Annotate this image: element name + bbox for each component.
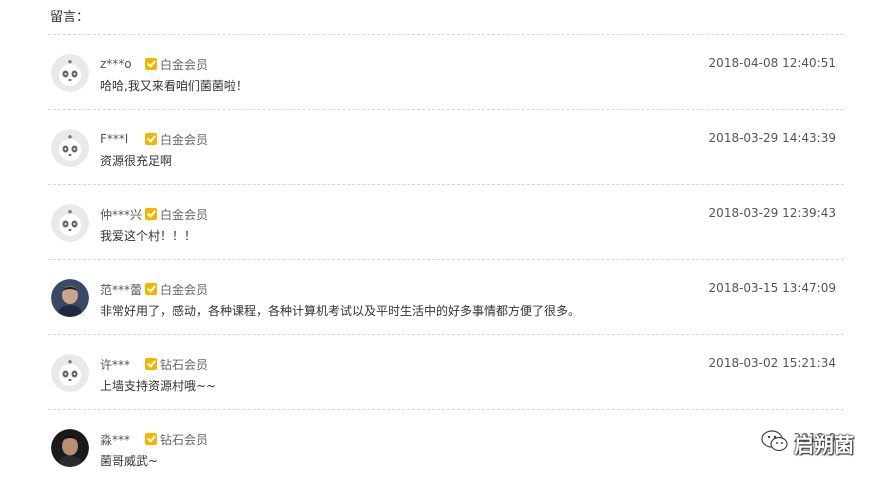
member-level: 钻石会员 (160, 432, 209, 447)
comment-time: 2018-03-29 14:43:39 (708, 131, 836, 145)
avatar[interactable] (51, 429, 89, 467)
comment-time: 2018-03-15 13:47:09 (708, 281, 836, 295)
watermark: 启朔菌 (760, 428, 854, 458)
avatar[interactable] (51, 354, 89, 392)
comment-time: 2018-04-08 12:40:51 (708, 56, 836, 70)
vip-badge-icon (145, 58, 157, 70)
comment-text: 哈哈,我又来看咱们菌菌啦！ (100, 79, 248, 93)
comment-text: 资源很充足啊 (100, 154, 173, 168)
member-level: 白金会员 (160, 132, 209, 147)
comment-item: 许*** 钻石会员 2018-03-02 15:21:34 上墙支持资源村哦~~ (48, 335, 844, 409)
vip-badge-icon (145, 283, 157, 295)
username[interactable]: 范***蕾 (100, 281, 145, 298)
comment-item: 范***蕾 白金会员 2018-03-15 13:47:09 非常好用了，感动，… (48, 260, 844, 334)
avatar[interactable] (51, 204, 89, 242)
comment-text: 我爱这个村！！！ (100, 229, 197, 243)
comment-text: 上墙支持资源村哦~~ (100, 379, 217, 393)
avatar[interactable] (51, 279, 89, 317)
wechat-icon (760, 429, 790, 457)
vip-badge-icon (145, 133, 157, 145)
member-level: 白金会员 (160, 57, 209, 72)
comment-item: z***o 白金会员 2018-04-08 12:40:51 哈哈,我又来看咱们… (48, 35, 844, 109)
member-level: 白金会员 (160, 207, 209, 222)
comment-item: 淼*** 钻石会员 2018-0 菌哥威武~ (48, 410, 844, 484)
username[interactable]: 淼*** (100, 431, 145, 448)
comment-list: z***o 白金会员 2018-04-08 12:40:51 哈哈,我又来看咱们… (48, 34, 844, 484)
avatar[interactable] (51, 129, 89, 167)
comment-time: 2018-03-29 12:39:43 (708, 206, 836, 220)
member-level: 白金会员 (160, 282, 209, 297)
username[interactable]: z***o (100, 57, 145, 71)
comment-item: F***l 白金会员 2018-03-29 14:43:39 资源很充足啊 (48, 110, 844, 184)
username[interactable]: 许*** (100, 356, 145, 373)
comment-item: 仲***兴 白金会员 2018-03-29 12:39:43 我爱这个村！！！ (48, 185, 844, 259)
vip-badge-icon (145, 208, 157, 220)
comment-text: 菌哥威武~ (100, 454, 159, 468)
username[interactable]: F***l (100, 132, 145, 146)
comment-time: 2018-03-02 15:21:34 (708, 356, 836, 370)
username[interactable]: 仲***兴 (100, 206, 145, 223)
avatar[interactable] (51, 54, 89, 92)
comment-text: 非常好用了，感动，各种课程，各种计算机考试以及平时生活中的好多事情都方便了很多。 (100, 304, 581, 318)
vip-badge-icon (145, 433, 157, 445)
vip-badge-icon (145, 358, 157, 370)
member-level: 钻石会员 (160, 357, 209, 372)
watermark-text: 启朔菌 (794, 432, 854, 457)
comments-heading: 留言： (50, 10, 90, 25)
